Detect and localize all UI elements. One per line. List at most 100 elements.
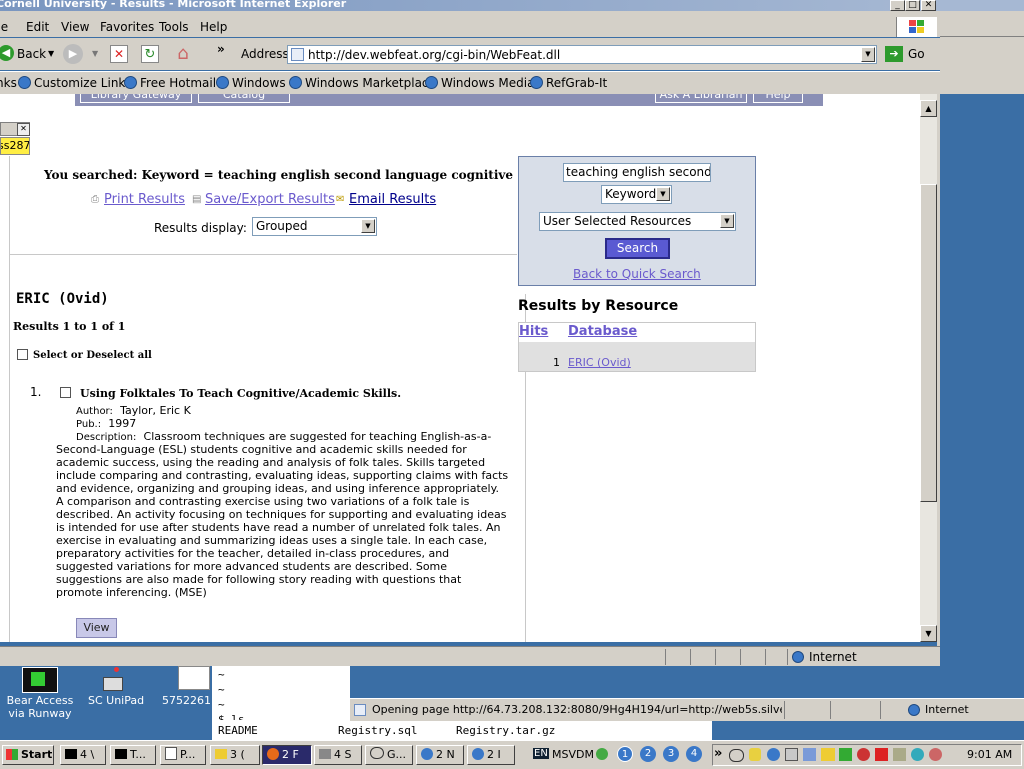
- forward-arrow-icon[interactable]: ▶: [63, 44, 83, 64]
- refresh-icon[interactable]: ↻: [141, 45, 159, 63]
- terminal-file: Registry.tar.gz: [456, 724, 556, 737]
- desktop-icon-label[interactable]: SC UniPad: [88, 694, 144, 707]
- email-results-link[interactable]: Email Results: [349, 192, 436, 207]
- toolbar-overflow-icon[interactable]: »: [217, 42, 225, 56]
- start-button[interactable]: Start: [2, 745, 54, 765]
- link-customize-links[interactable]: Customize Links: [18, 76, 132, 90]
- search-query-input[interactable]: teaching english second la: [563, 163, 711, 182]
- back-to-quick-search-link[interactable]: Back to Quick Search: [573, 267, 701, 281]
- taskbar-button-firefox[interactable]: 2 F: [262, 745, 312, 765]
- forward-dropdown-icon[interactable]: ▼: [92, 49, 98, 58]
- scroll-down-icon[interactable]: ▼: [920, 625, 937, 642]
- result-checkbox[interactable]: [60, 387, 71, 398]
- language-indicator[interactable]: EN: [533, 748, 549, 759]
- results-display-select[interactable]: Grouped ▼: [252, 217, 377, 236]
- menu-favorites[interactable]: Favorites: [100, 20, 154, 34]
- close-button[interactable]: ✕: [921, 0, 936, 11]
- back-arrow-icon[interactable]: ◀: [0, 45, 14, 61]
- document-icon[interactable]: [178, 666, 210, 690]
- link-windows-marketplace[interactable]: Windows Marketplace: [289, 76, 436, 90]
- speaker-icon[interactable]: [929, 748, 942, 761]
- virtual-desktop-1[interactable]: 1: [617, 746, 633, 762]
- shield-icon[interactable]: [749, 748, 761, 761]
- home-icon[interactable]: ⌂: [172, 44, 194, 64]
- notepad-icon: [165, 747, 177, 760]
- nav-help[interactable]: Help: [753, 94, 803, 103]
- app-tray-icon[interactable]: [839, 748, 852, 761]
- scroll-thumb[interactable]: [920, 184, 937, 502]
- view-button[interactable]: View: [76, 618, 117, 638]
- back-dropdown-icon[interactable]: ▼: [48, 49, 54, 58]
- taskbar-button-cmd-1[interactable]: 4 \: [60, 745, 106, 765]
- side-badge[interactable]: ss287: [0, 137, 30, 155]
- col-database[interactable]: Database: [568, 324, 637, 339]
- links-label[interactable]: Links: [0, 76, 17, 90]
- search-field-select[interactable]: Keyword ▼: [601, 185, 672, 204]
- msvdm-icon[interactable]: [596, 748, 608, 760]
- nav-catalog[interactable]: Catalog: [198, 94, 290, 103]
- print-icon: ⎙: [91, 194, 99, 205]
- taskbar-button-cmd-2[interactable]: T...: [110, 745, 156, 765]
- link-windows-media[interactable]: Windows Media: [425, 76, 534, 90]
- display-icon[interactable]: [803, 748, 816, 761]
- monitor-icon[interactable]: [785, 748, 798, 761]
- alert-icon[interactable]: [875, 748, 888, 761]
- back-button[interactable]: Back: [17, 47, 46, 61]
- tray-overflow-icon[interactable]: »: [714, 746, 722, 761]
- network-icon[interactable]: [767, 748, 780, 761]
- antivirus-icon[interactable]: [857, 748, 870, 761]
- select-all-checkbox[interactable]: [17, 349, 28, 360]
- row-database-link[interactable]: ERIC (Ovid): [568, 356, 631, 369]
- search-button[interactable]: Search: [605, 238, 670, 259]
- header-divider: [9, 254, 517, 255]
- window-title-bar[interactable]: Cornell University - Results - Microsoft…: [0, 0, 940, 11]
- col-hits[interactable]: Hits: [519, 324, 548, 339]
- menu-edit[interactable]: Edit: [26, 20, 49, 34]
- virtual-desktop-4[interactable]: 4: [686, 746, 702, 762]
- save-export-results-link[interactable]: Save/Export Results: [205, 192, 335, 207]
- address-input[interactable]: http://dev.webfeat.org/cgi-bin/WebFeat.d…: [287, 45, 877, 64]
- taskbar-button-notepad[interactable]: P...: [160, 745, 206, 765]
- nav-ask-a-librarian[interactable]: Ask A Librarian: [655, 94, 747, 103]
- menu-tools[interactable]: Tools: [159, 20, 189, 34]
- side-panel-close-icon[interactable]: ✕: [17, 123, 30, 136]
- link-refgrab-it[interactable]: RefGrab-It: [530, 76, 607, 90]
- maximize-button[interactable]: □: [905, 0, 920, 11]
- resources-select[interactable]: User Selected Resources ▼: [539, 212, 736, 231]
- menu-file[interactable]: File: [0, 20, 8, 34]
- key-icon[interactable]: [821, 748, 835, 761]
- link-windows[interactable]: Windows: [216, 76, 286, 90]
- sc-unipad-icon[interactable]: [100, 667, 126, 691]
- link-free-hotmail[interactable]: Free Hotmail: [124, 76, 216, 90]
- desktop-icon-label[interactable]: 5752261.: [162, 694, 212, 707]
- taskbar-button-group-4[interactable]: 4 S: [314, 745, 362, 765]
- desktop-icon-label[interactable]: Bear Access via Runway: [0, 694, 80, 720]
- ie-page-icon: [124, 76, 137, 89]
- globe-icon[interactable]: [911, 748, 924, 761]
- chat-tray-icon[interactable]: [729, 749, 744, 762]
- go-arrow-icon[interactable]: ➔: [885, 46, 903, 62]
- menu-help[interactable]: Help: [200, 20, 227, 34]
- pencil-icon[interactable]: [893, 748, 906, 761]
- page-icon: [291, 48, 304, 61]
- taskbar-button-ie[interactable]: 2 I: [467, 745, 515, 765]
- chevron-down-icon: ▼: [361, 219, 375, 233]
- taskbar-button-group-2n[interactable]: 2 N: [416, 745, 464, 765]
- result-title[interactable]: Using Folktales To Teach Cognitive/Acade…: [80, 387, 401, 400]
- taskbar-button-explorer[interactable]: 3 (: [210, 745, 260, 765]
- menu-view[interactable]: View: [61, 20, 89, 34]
- nav-library-gateway[interactable]: Library Gateway: [80, 94, 192, 103]
- vertical-scrollbar[interactable]: ▲ ▼: [920, 94, 937, 642]
- taskbar-button-chat[interactable]: G...: [365, 745, 413, 765]
- clock[interactable]: 9:01 AM: [967, 748, 1012, 761]
- virtual-desktop-2[interactable]: 2: [640, 746, 656, 762]
- minimize-button[interactable]: _: [890, 0, 905, 11]
- print-results-link[interactable]: Print Results: [104, 192, 185, 207]
- status-zone: Internet: [809, 650, 857, 664]
- go-button[interactable]: Go: [908, 47, 925, 61]
- address-dropdown-icon[interactable]: ▼: [861, 47, 875, 62]
- stop-icon[interactable]: ✕: [110, 45, 128, 63]
- bear-access-icon[interactable]: [22, 667, 58, 693]
- virtual-desktop-3[interactable]: 3: [663, 746, 679, 762]
- scroll-up-icon[interactable]: ▲: [920, 100, 937, 117]
